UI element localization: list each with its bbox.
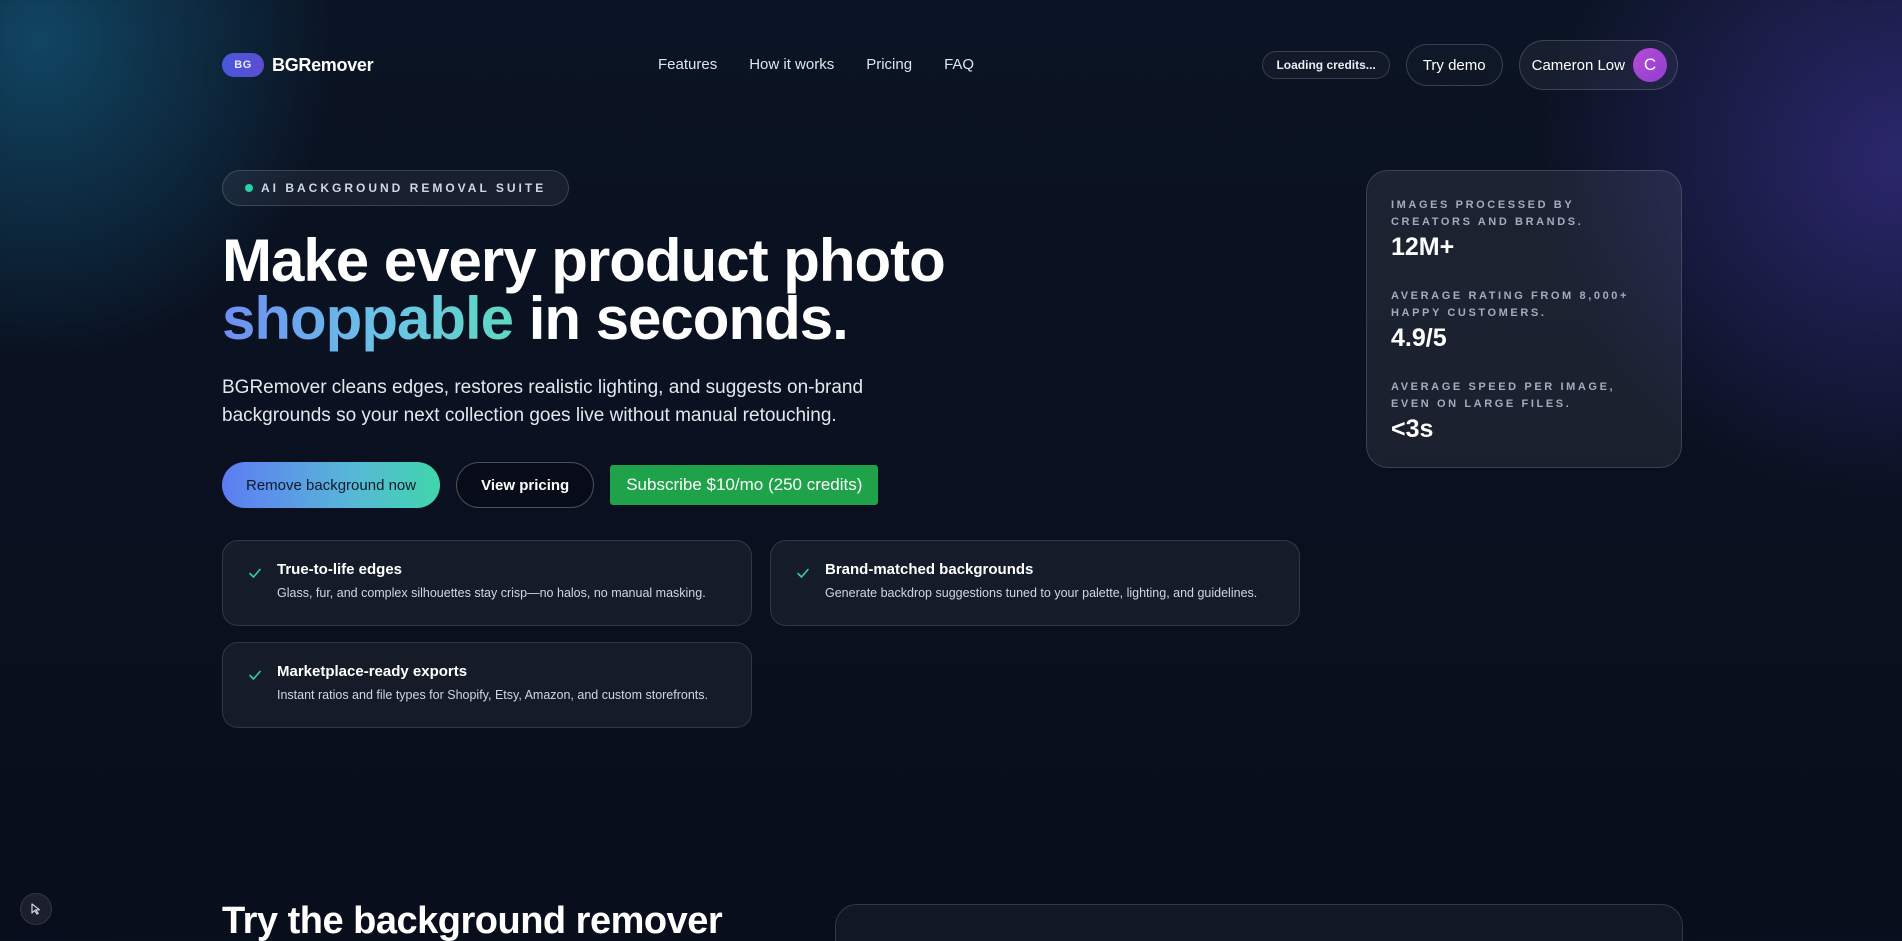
stat-label: Images processed by creators and brands. bbox=[1391, 199, 1584, 228]
check-icon bbox=[249, 670, 261, 680]
feature-title: Marketplace-ready exports bbox=[277, 663, 468, 680]
status-dot-icon bbox=[245, 184, 253, 192]
stat-label: Average speed per image, even on large f… bbox=[1391, 381, 1616, 410]
hero-headline: Make every product photo shoppable in se… bbox=[222, 231, 1122, 349]
stat-rating: Average rating from 8,000+ happy custome… bbox=[1391, 288, 1657, 353]
brand-badge: BG bbox=[222, 53, 264, 77]
feature-title: Brand-matched backgrounds bbox=[825, 561, 1034, 578]
feature-card-backgrounds: Brand-matched backgrounds Generate backd… bbox=[770, 540, 1300, 626]
credits-badge: Loading credits... bbox=[1262, 51, 1390, 79]
eyebrow-label: AI BACKGROUND REMOVAL SUITE bbox=[261, 181, 547, 195]
demo-panel bbox=[835, 904, 1683, 941]
headline-accent: shoppable bbox=[222, 285, 514, 352]
cursor-icon bbox=[31, 903, 41, 915]
remove-background-button[interactable]: Remove background now bbox=[222, 462, 441, 508]
try-demo-button[interactable]: Try demo bbox=[1405, 44, 1503, 86]
nav-link-how-it-works[interactable]: How it works bbox=[749, 56, 834, 73]
top-nav: BG BGRemover Features How it works Prici… bbox=[222, 40, 1678, 90]
feature-card-exports: Marketplace-ready exports Instant ratios… bbox=[222, 642, 752, 728]
feature-title: True-to-life edges bbox=[277, 561, 403, 578]
subscribe-button[interactable]: Subscribe $10/mo (250 credits) bbox=[610, 465, 879, 505]
nav-link-pricing[interactable]: Pricing bbox=[866, 56, 912, 73]
landing-page: BG BGRemover Features How it works Prici… bbox=[0, 0, 1902, 941]
view-pricing-button[interactable]: View pricing bbox=[456, 462, 595, 508]
avatar: C bbox=[1633, 48, 1667, 82]
nav-actions: Loading credits... Try demo Cameron Low … bbox=[1262, 40, 1678, 90]
headline-line1: Make every product photo bbox=[222, 227, 946, 294]
stat-speed: Average speed per image, even on large f… bbox=[1391, 379, 1657, 444]
user-name: Cameron Low bbox=[1531, 56, 1625, 74]
hero-subtext: BGRemover cleans edges, restores realist… bbox=[222, 377, 864, 426]
feature-desc: Glass, fur, and complex silhouettes stay… bbox=[277, 586, 706, 600]
stat-images: Images processed by creators and brands.… bbox=[1391, 197, 1657, 262]
check-icon bbox=[797, 568, 809, 578]
headline-rest: in seconds. bbox=[513, 285, 849, 352]
nav-links: Features How it works Pricing FAQ bbox=[658, 56, 974, 73]
feature-desc: Instant ratios and file types for Shopif… bbox=[277, 688, 708, 702]
nav-link-faq[interactable]: FAQ bbox=[944, 56, 974, 73]
cta-row: Remove background now View pricing Subsc… bbox=[222, 462, 879, 508]
feature-card-edges: True-to-life edges Glass, fur, and compl… bbox=[222, 540, 752, 626]
check-icon bbox=[249, 568, 261, 578]
stat-value: 4.9/5 bbox=[1391, 324, 1447, 352]
feature-desc: Generate backdrop suggestions tuned to y… bbox=[825, 586, 1258, 600]
nav-link-features[interactable]: Features bbox=[658, 56, 717, 73]
section-title: Try the background remover bbox=[222, 900, 723, 941]
stat-value: 12M+ bbox=[1391, 233, 1455, 261]
stat-value: <3s bbox=[1391, 415, 1434, 443]
hero-eyebrow: AI BACKGROUND REMOVAL SUITE bbox=[222, 170, 570, 206]
stats-card: Images processed by creators and brands.… bbox=[1366, 170, 1682, 468]
brand-name: BGRemover bbox=[272, 54, 374, 75]
stat-label: Average rating from 8,000+ happy custome… bbox=[1391, 290, 1630, 319]
cursor-toggle-button[interactable] bbox=[20, 893, 52, 925]
brand-logo[interactable]: BG BGRemover bbox=[222, 53, 374, 77]
user-menu[interactable]: Cameron Low C bbox=[1518, 40, 1678, 90]
